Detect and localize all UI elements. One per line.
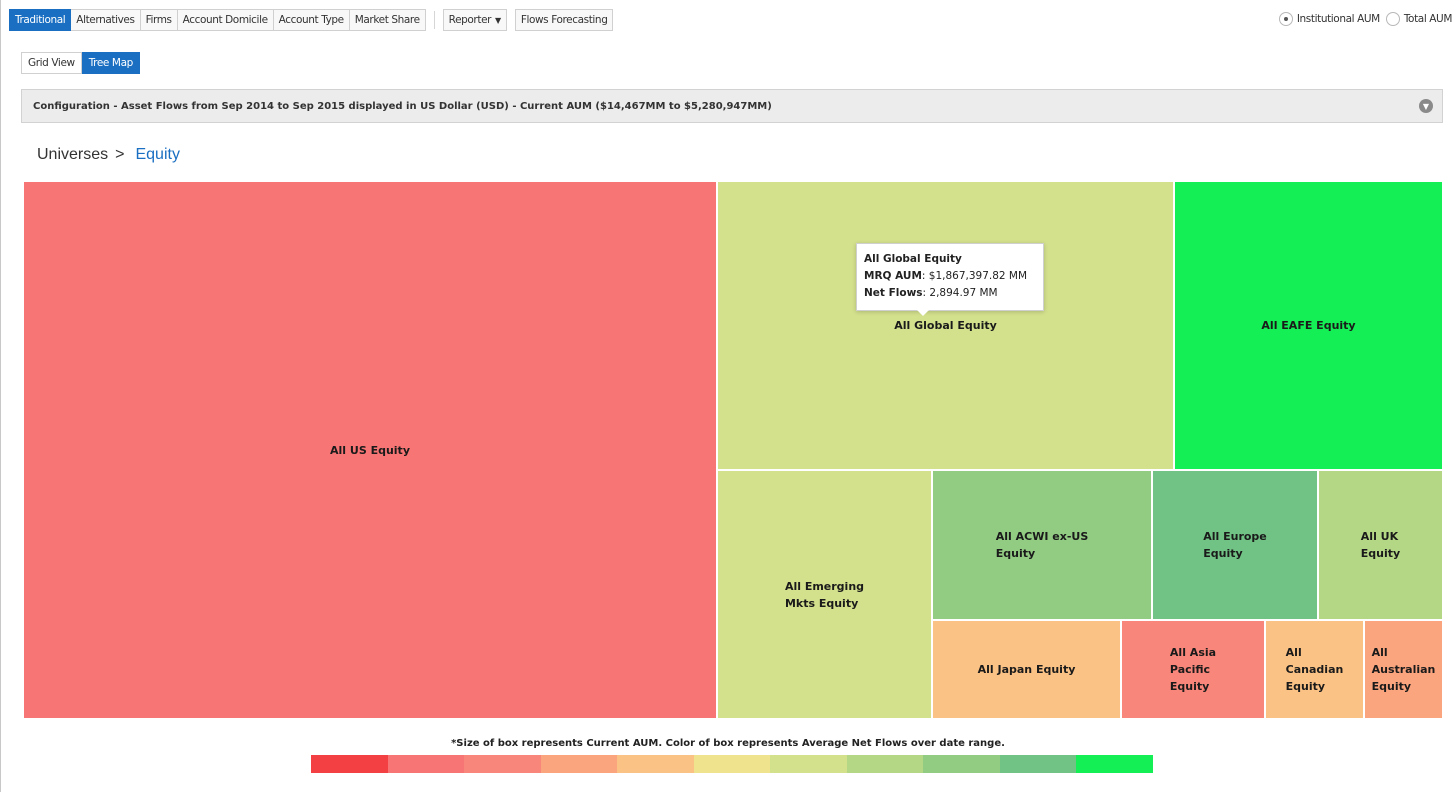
cell-label-line: All ACWI ex-US (995, 530, 1089, 543)
tree-map-button[interactable]: Tree Map (81, 52, 140, 74)
cell-label-line: Pacific (1169, 663, 1211, 676)
tab-flows-forecasting[interactable]: Flows Forecasting (514, 9, 614, 31)
cell-label-line: Equity (1360, 547, 1401, 560)
color-scale-swatch (387, 755, 464, 773)
reporter-label: Reporter (448, 14, 492, 26)
treemap-cell-acwi-ex-us-equity[interactable]: All ACWI ex-US Equity (932, 470, 1152, 620)
breadcrumb-separator: > (115, 146, 125, 163)
tab-market-share[interactable]: Market Share (349, 9, 426, 31)
cell-label: All EAFE Equity (1261, 319, 1356, 332)
cell-label-line: Equity (1371, 680, 1412, 693)
treemap-cell-emerging-mkts-equity[interactable]: All Emerging Mkts Equity (717, 470, 932, 719)
treemap-cell-us-equity[interactable]: All US Equity (23, 181, 717, 719)
treemap-cell-global-equity[interactable]: All Global Equity (717, 181, 1174, 470)
tab-account-type[interactable]: Account Type (273, 9, 350, 31)
color-scale-swatch (464, 755, 541, 773)
color-scale-swatch (1076, 755, 1153, 773)
total-aum-radio[interactable] (1385, 12, 1400, 26)
color-scale-swatch (846, 755, 923, 773)
color-scale-swatch (693, 755, 770, 773)
legend-note: *Size of box represents Current AUM. Col… (451, 738, 1005, 749)
cell-label-line: Equity (1203, 547, 1243, 560)
cell-label-line: All (1371, 646, 1388, 659)
tab-firms[interactable]: Firms (140, 9, 178, 31)
treemap-cell-japan-equity[interactable]: All Japan Equity (932, 620, 1121, 719)
cell-label: All Global Equity (894, 319, 997, 332)
configuration-bar[interactable]: Configuration - Asset Flows from Sep 201… (21, 89, 1443, 123)
cell-label-line: All UK (1360, 530, 1399, 543)
total-aum-option[interactable]: Total AUM (1385, 12, 1453, 26)
tooltip-arrow (917, 310, 929, 316)
treemap-cell-canadian-equity[interactable]: All Canadian Equity (1265, 620, 1364, 719)
color-scale-swatch (770, 755, 847, 773)
treemap-cell-australian-equity[interactable]: All Australian Equity (1364, 620, 1443, 719)
total-aum-label: Total AUM (1403, 13, 1453, 25)
treemap-cell-eafe-equity[interactable]: All EAFE Equity (1174, 181, 1443, 470)
configuration-text: Configuration - Asset Flows from Sep 201… (33, 100, 772, 112)
cell-label-line: Canadian (1285, 663, 1344, 676)
cell-label-line: Mkts Equity (784, 596, 859, 610)
color-scale-swatch (923, 755, 1000, 773)
cell-label-line: All (1285, 646, 1302, 659)
tooltip-title: All Global Equity (864, 253, 962, 265)
reporter-dropdown[interactable]: Reporter ▼ (442, 9, 507, 31)
tab-account-domicile[interactable]: Account Domicile (177, 9, 274, 31)
treemap-cell-europe-equity[interactable]: All Europe Equity (1152, 470, 1318, 620)
institutional-aum-radio[interactable] (1278, 12, 1293, 26)
radio-selected-dot (1283, 17, 1288, 21)
tooltip-flows-label: Net Flows (864, 287, 923, 299)
treemap-cell-uk-equity[interactable]: All UK Equity (1318, 470, 1443, 620)
cell-label-line: Australian (1371, 663, 1436, 676)
color-scale-swatch (617, 755, 694, 773)
aum-toggle: Institutional AUM Total AUM (1273, 12, 1452, 26)
cell-label: All US Equity (330, 443, 410, 457)
breadcrumb-universes[interactable]: Universes (37, 146, 108, 164)
color-scale-swatch (311, 755, 388, 773)
cell-label: All Japan Equity (977, 663, 1076, 676)
cell-label-line: All Europe (1203, 530, 1267, 543)
view-toggle: Grid View Tree Map (21, 52, 140, 74)
tooltip-aum-label: MRQ AUM (864, 270, 922, 282)
cell-label-line: All Emerging (784, 579, 865, 593)
breadcrumb: Universes > Equity (37, 146, 180, 164)
treemap-tooltip: All Global Equity MRQ AUM: $1,867,397.82… (856, 243, 1044, 311)
cell-label-line: Equity (995, 547, 1036, 560)
treemap-cell-asia-pacific-equity[interactable]: All Asia Pacific Equity (1121, 620, 1265, 719)
cell-label-line: All Asia (1169, 646, 1217, 659)
institutional-aum-label: Institutional AUM (1296, 13, 1380, 25)
tooltip-flows-row: Net Flows: 2,894.97 MM (864, 285, 1036, 302)
chevron-down-icon[interactable]: ▼ (1419, 99, 1433, 113)
nav-divider (433, 11, 435, 29)
treemap: All US Equity All Global Equity All EAFE… (23, 181, 1443, 719)
caret-down-icon: ▼ (495, 15, 501, 25)
app-root: Traditional Alternatives Firms Account D… (0, 0, 1454, 792)
color-scale-swatch (999, 755, 1076, 773)
breadcrumb-current: Equity (135, 146, 180, 163)
cell-label-line: Equity (1169, 680, 1210, 693)
tooltip-flows-value: : 2,894.97 MM (922, 287, 998, 299)
tooltip-aum-row: MRQ AUM: $1,867,397.82 MM (864, 268, 1036, 285)
color-scale-swatch (540, 755, 617, 773)
grid-view-button[interactable]: Grid View (21, 52, 82, 74)
top-nav: Traditional Alternatives Firms Account D… (9, 9, 621, 31)
cell-label-line: Equity (1285, 680, 1326, 693)
tab-traditional[interactable]: Traditional (9, 9, 72, 31)
institutional-aum-option[interactable]: Institutional AUM (1278, 12, 1380, 26)
color-scale (311, 755, 1153, 773)
tooltip-aum-value: : $1,867,397.82 MM (921, 270, 1028, 282)
tab-alternatives[interactable]: Alternatives (71, 9, 141, 31)
